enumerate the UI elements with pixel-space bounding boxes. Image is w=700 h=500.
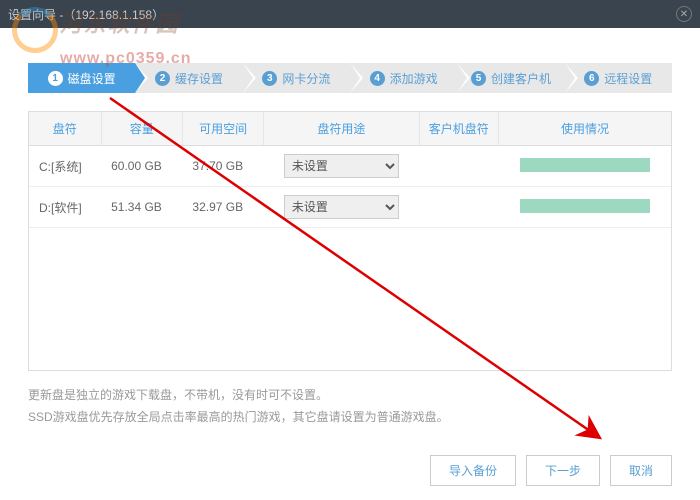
table-header-row: 盘符 容量 可用空间 盘符用途 客户机盘符 使用情况: [29, 112, 671, 146]
wizard-steps: 1 磁盘设置 2 缓存设置 3 网卡分流 4 添加游戏 5 创建客户机 6 远程…: [28, 63, 672, 93]
cell-usage: [498, 146, 671, 187]
step-number: 5: [471, 71, 486, 86]
col-usage: 使用情况: [498, 112, 671, 146]
purpose-select[interactable]: 未设置: [284, 154, 399, 178]
cell-purpose: 未设置: [264, 187, 419, 228]
disk-table: 盘符 容量 可用空间 盘符用途 客户机盘符 使用情况 C:[系统] 60.00 …: [29, 112, 671, 228]
step-label: 磁盘设置: [68, 70, 116, 87]
next-button[interactable]: 下一步: [526, 455, 600, 486]
window-title: 设置向导 -（192.168.1.158）: [8, 6, 164, 23]
cell-purpose: 未设置: [264, 146, 419, 187]
step-label: 远程设置: [604, 70, 652, 87]
table-row: C:[系统] 60.00 GB 37.70 GB 未设置: [29, 146, 671, 187]
step-nic-split[interactable]: 3 网卡分流: [243, 63, 350, 93]
step-number: 3: [262, 71, 277, 86]
step-number: 6: [584, 71, 599, 86]
col-client-drive: 客户机盘符: [419, 112, 498, 146]
cell-usage: [498, 187, 671, 228]
col-free: 可用空间: [182, 112, 263, 146]
titlebar-title: 设置向导 -（192.168.1.158）: [8, 6, 164, 23]
step-cache-settings[interactable]: 2 缓存设置: [135, 63, 242, 93]
usage-bar: [520, 158, 650, 172]
step-number: 4: [370, 71, 385, 86]
disk-table-container: 盘符 容量 可用空间 盘符用途 客户机盘符 使用情况 C:[系统] 60.00 …: [28, 111, 672, 371]
cell-free: 32.97 GB: [182, 187, 263, 228]
close-icon: ✕: [680, 9, 688, 20]
close-button[interactable]: ✕: [676, 6, 692, 22]
step-add-games[interactable]: 4 添加游戏: [350, 63, 457, 93]
step-remote-settings[interactable]: 6 远程设置: [565, 63, 672, 93]
step-disk-settings[interactable]: 1 磁盘设置: [28, 63, 135, 93]
step-label: 添加游戏: [390, 70, 438, 87]
step-create-clients[interactable]: 5 创建客户机: [457, 63, 564, 93]
cancel-button[interactable]: 取消: [610, 455, 672, 486]
import-backup-button[interactable]: 导入备份: [430, 455, 516, 486]
footer-buttons: 导入备份 下一步 取消: [430, 455, 672, 486]
cell-drive: D:[软件]: [29, 187, 101, 228]
col-drive: 盘符: [29, 112, 101, 146]
note-line-2: SSD游戏盘优先存放全局点击率最高的热门游戏，其它盘请设置为普通游戏盘。: [28, 407, 672, 429]
step-label: 创建客户机: [491, 70, 551, 87]
cell-drive: C:[系统]: [29, 146, 101, 187]
help-notes: 更新盘是独立的游戏下载盘，不带机，没有时可不设置。 SSD游戏盘优先存放全局点击…: [28, 385, 672, 428]
usage-bar: [520, 199, 650, 213]
cell-client: [419, 146, 498, 187]
step-number: 1: [48, 71, 63, 86]
purpose-select[interactable]: 未设置: [284, 195, 399, 219]
col-purpose: 盘符用途: [264, 112, 419, 146]
titlebar: 设置向导 -（192.168.1.158） ✕: [0, 0, 700, 28]
step-number: 2: [155, 71, 170, 86]
cell-total: 60.00 GB: [101, 146, 182, 187]
cell-total: 51.34 GB: [101, 187, 182, 228]
table-row: D:[软件] 51.34 GB 32.97 GB 未设置: [29, 187, 671, 228]
step-label: 网卡分流: [282, 70, 330, 87]
note-line-1: 更新盘是独立的游戏下载盘，不带机，没有时可不设置。: [28, 385, 672, 407]
cell-client: [419, 187, 498, 228]
step-label: 缓存设置: [175, 70, 223, 87]
col-capacity: 容量: [101, 112, 182, 146]
cell-free: 37.70 GB: [182, 146, 263, 187]
